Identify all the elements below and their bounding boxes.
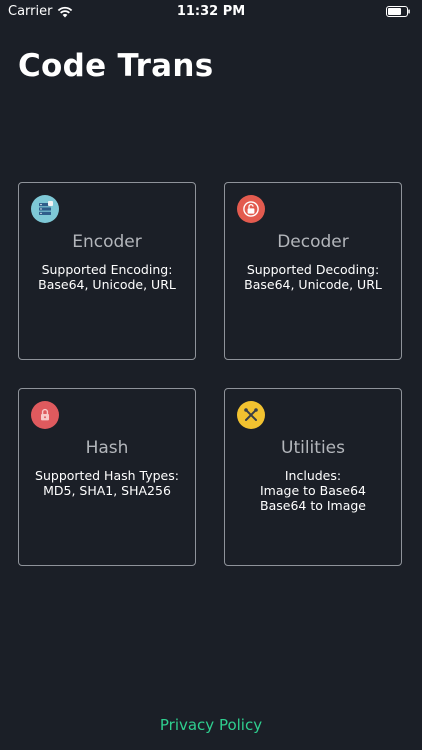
encoder-card[interactable]: Encoder Supported Encoding: Base64, Unic… [18,182,196,360]
privacy-policy-link[interactable]: Privacy Policy [0,716,422,734]
tools-icon [237,401,265,429]
card-description-line: Base64 to Image [260,498,366,513]
card-description: Supported Decoding: Base64, Unicode, URL [231,262,395,292]
card-title: Decoder [277,232,349,252]
lock-icon [31,401,59,429]
card-description-line: MD5, SHA1, SHA256 [43,483,171,498]
card-description: Supported Encoding: Base64, Unicode, URL [25,262,189,292]
clock: 11:32 PM [176,4,246,19]
card-description-line: Supported Encoding: [41,262,173,277]
unlock-icon [237,195,265,223]
hash-card[interactable]: Hash Supported Hash Types: MD5, SHA1, SH… [18,388,196,566]
battery-icon [386,6,410,17]
card-description-line: Supported Decoding: [246,262,380,277]
card-description: Supported Hash Types: MD5, SHA1, SHA256 [25,468,189,498]
card-description: Includes: Image to Base64 Base64 to Imag… [231,468,395,513]
card-description-line: Image to Base64 [260,483,366,498]
card-title: Encoder [72,232,142,252]
card-description-line: Base64, Unicode, URL [38,277,176,292]
status-bar: Carrier 11:32 PM [0,0,422,24]
encoder-icon [31,195,59,223]
card-description-line: Includes: [284,468,342,483]
card-title: Hash [85,438,129,458]
card-title: Utilities [281,438,345,458]
decoder-card[interactable]: Decoder Supported Decoding: Base64, Unic… [224,182,402,360]
card-description-line: Supported Hash Types: [35,468,179,483]
page-title: Code Trans [18,48,214,84]
card-description-line: Base64, Unicode, URL [244,277,382,292]
utilities-card[interactable]: Utilities Includes: Image to Base64 Base… [224,388,402,566]
